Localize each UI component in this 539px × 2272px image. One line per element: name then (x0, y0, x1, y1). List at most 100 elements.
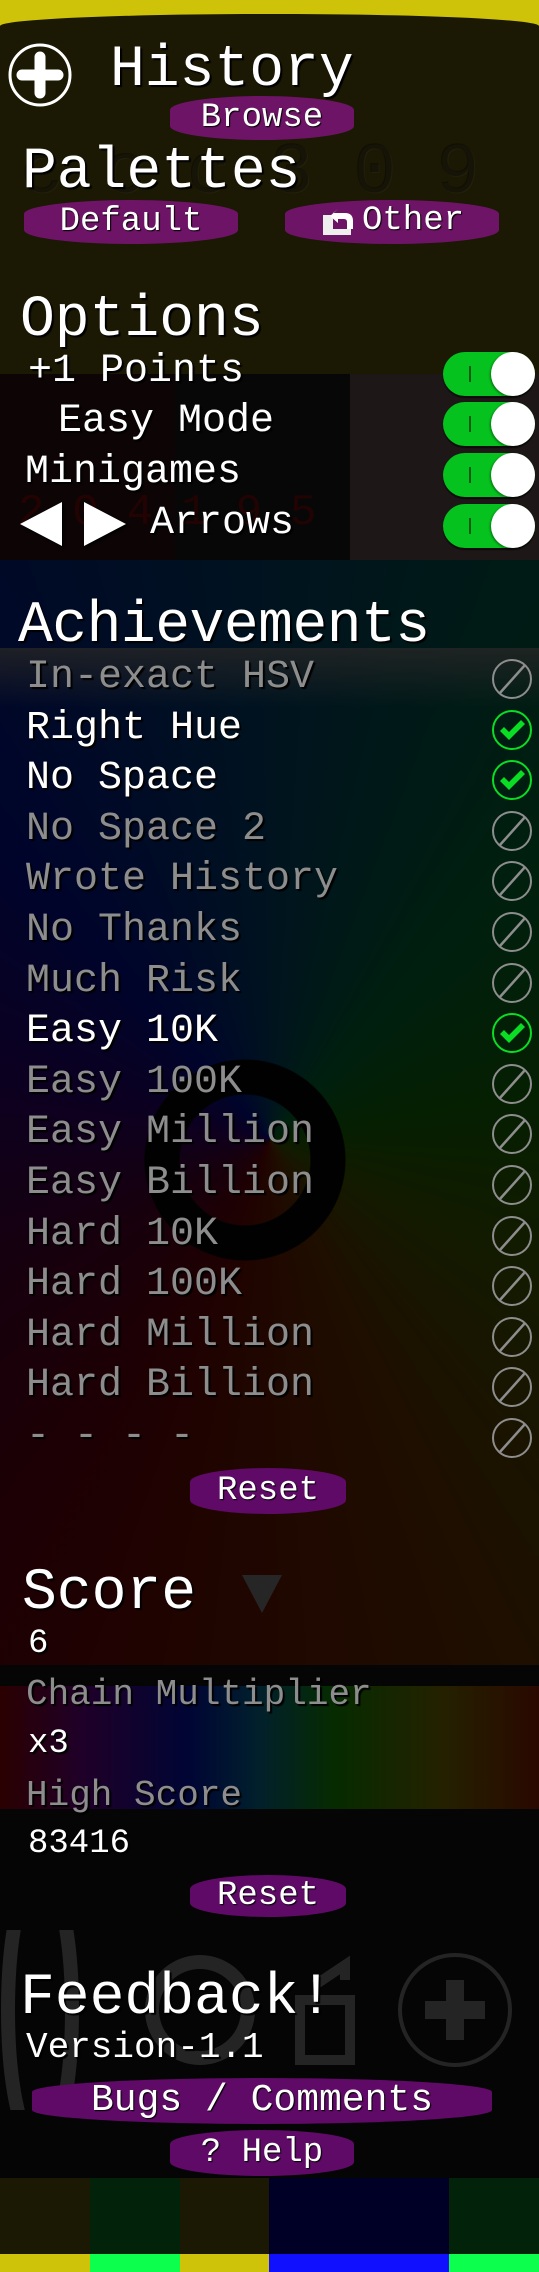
achievement-row: Much Risk (0, 958, 539, 1008)
locked-prohibited-icon (492, 962, 532, 1003)
achievement-label: Wrote History (26, 857, 339, 903)
achievement-row: - - - - (0, 1413, 539, 1463)
locked-prohibited-icon (492, 861, 532, 902)
option-label-arrows: Arrows (150, 501, 295, 546)
achievement-label: Hard Million (26, 1312, 315, 1358)
achievement-label: No Space (26, 756, 219, 802)
palettes-section: Palettes Default Other (0, 140, 539, 250)
toggle-plus-one-points[interactable] (443, 352, 535, 396)
achievement-row: Easy Million (0, 1109, 539, 1159)
palette-swatch[interactable] (179, 2178, 270, 2272)
achievements-section: Achievements In-exact HSV Right Hue No Spa… (0, 598, 539, 1518)
palette-swatch-bar (0, 2178, 539, 2272)
high-score-label: High Score (26, 1775, 243, 1816)
swatch-color-strip (89, 2254, 180, 2272)
options-title: Options (20, 288, 264, 353)
achievement-row: Hard Million (0, 1312, 539, 1362)
achievement-row: Hard Billion (0, 1362, 539, 1412)
locked-prohibited-icon (492, 810, 532, 851)
feedback-section: Feedback! Version-1.1 Bugs / Comments ? … (0, 1966, 539, 2176)
palette-swatch[interactable] (359, 2178, 450, 2272)
chain-multiplier-value: x3 (28, 1725, 69, 1763)
locked-prohibited-icon (492, 659, 532, 699)
high-score-value: 83416 (28, 1825, 131, 1863)
toggle-knob (491, 352, 535, 396)
locked-prohibited-icon (492, 1114, 532, 1155)
achievement-row: Hard 10K (0, 1211, 539, 1261)
achievement-row: No Thanks (0, 907, 539, 957)
palette-swatch[interactable] (89, 2178, 180, 2272)
history-title: History (110, 38, 354, 103)
achievement-label: In-exact HSV (26, 655, 315, 700)
swatch-color-strip (269, 2254, 360, 2272)
palettes-title: Palettes (22, 140, 301, 205)
help-button[interactable]: ? Help (170, 2130, 354, 2176)
achievement-row: Right Hue (0, 705, 539, 755)
palette-swatch[interactable] (0, 2178, 90, 2272)
option-row-arrows: Arrows (20, 502, 294, 546)
swatch-color-strip (0, 2254, 90, 2272)
achievement-label: Much Risk (26, 958, 243, 1004)
achievement-label: Hard 10K (26, 1211, 219, 1257)
reset-score-button[interactable]: Reset (190, 1875, 346, 1917)
checkmark-circle-icon (492, 760, 532, 801)
swatch-color-strip (359, 2254, 450, 2272)
option-label-easy-mode: Easy Mode (58, 399, 275, 444)
achievements-title: Achievements (18, 594, 430, 659)
achievement-label: Right Hue (26, 705, 243, 751)
left-arrow-icon (20, 502, 62, 546)
reset-achievements-button[interactable]: Reset (190, 1468, 346, 1514)
palette-swap-icon (322, 209, 353, 236)
toggle-arrows[interactable] (443, 504, 535, 548)
toggle-easy-mode[interactable] (443, 402, 535, 446)
history-section: History Browse (0, 40, 539, 140)
browse-button[interactable]: Browse (170, 96, 354, 140)
locked-prohibited-icon (492, 1418, 532, 1458)
locked-prohibited-icon (492, 1165, 532, 1205)
achievement-label: Easy 100K (26, 1059, 243, 1105)
achievement-label: No Thanks (26, 908, 243, 953)
other-palette-button[interactable]: Other (285, 200, 499, 244)
locked-prohibited-icon (492, 1316, 532, 1357)
achievement-label: - - - - (26, 1414, 195, 1459)
achievement-row: Easy 100K (0, 1059, 539, 1109)
locked-prohibited-icon (492, 912, 532, 952)
option-label-minigames: Minigames (25, 450, 242, 495)
score-title: Score (22, 1561, 197, 1626)
achievement-row: Easy 10K (0, 1008, 539, 1058)
plus-circle-icon[interactable] (7, 42, 73, 108)
right-arrow-icon (84, 502, 126, 546)
bugs-comments-button[interactable]: Bugs / Comments (32, 2078, 492, 2124)
palette-swatch[interactable] (449, 2178, 539, 2272)
achievement-row: Wrote History (0, 856, 539, 906)
swatch-color-strip (179, 2254, 270, 2272)
default-palette-button[interactable]: Default (24, 200, 238, 244)
score-section: Score 6 Chain Multiplier x3 High Score 8… (0, 1561, 539, 1917)
toggle-minigames[interactable] (443, 453, 535, 497)
palette-swatch[interactable] (269, 2178, 360, 2272)
feedback-title: Feedback! (20, 1966, 334, 2031)
achievement-label: Hard Billion (26, 1363, 315, 1409)
achievement-label: Easy Million (26, 1110, 315, 1156)
achievement-label: No Space 2 (26, 806, 267, 852)
achievement-label: Easy 10K (26, 1009, 219, 1055)
toggle-knob (491, 402, 535, 446)
options-section: Options +1 Points Easy Mode Minigames Ar… (0, 290, 539, 550)
option-label-plus-one-points: +1 Points (28, 349, 245, 394)
achievement-row: Hard 100K (0, 1261, 539, 1311)
score-value: 6 (28, 1625, 49, 1663)
checkmark-circle-icon (492, 1013, 532, 1054)
checkmark-circle-icon (492, 709, 532, 750)
achievement-row: In-exact HSV (0, 654, 539, 704)
locked-prohibited-icon (492, 1367, 532, 1408)
toggle-knob (491, 504, 535, 548)
achievement-row: No Space (0, 755, 539, 805)
swatch-color-strip (449, 2254, 539, 2272)
locked-prohibited-icon (492, 1266, 532, 1307)
other-palette-label: Other (361, 202, 465, 240)
chain-multiplier-label: Chain Multiplier (26, 1674, 372, 1715)
achievement-row: Easy Billion (0, 1160, 539, 1210)
locked-prohibited-icon (492, 1063, 532, 1104)
sort-down-icon (242, 1575, 282, 1613)
version-label: Version-1.1 (26, 2027, 264, 2068)
